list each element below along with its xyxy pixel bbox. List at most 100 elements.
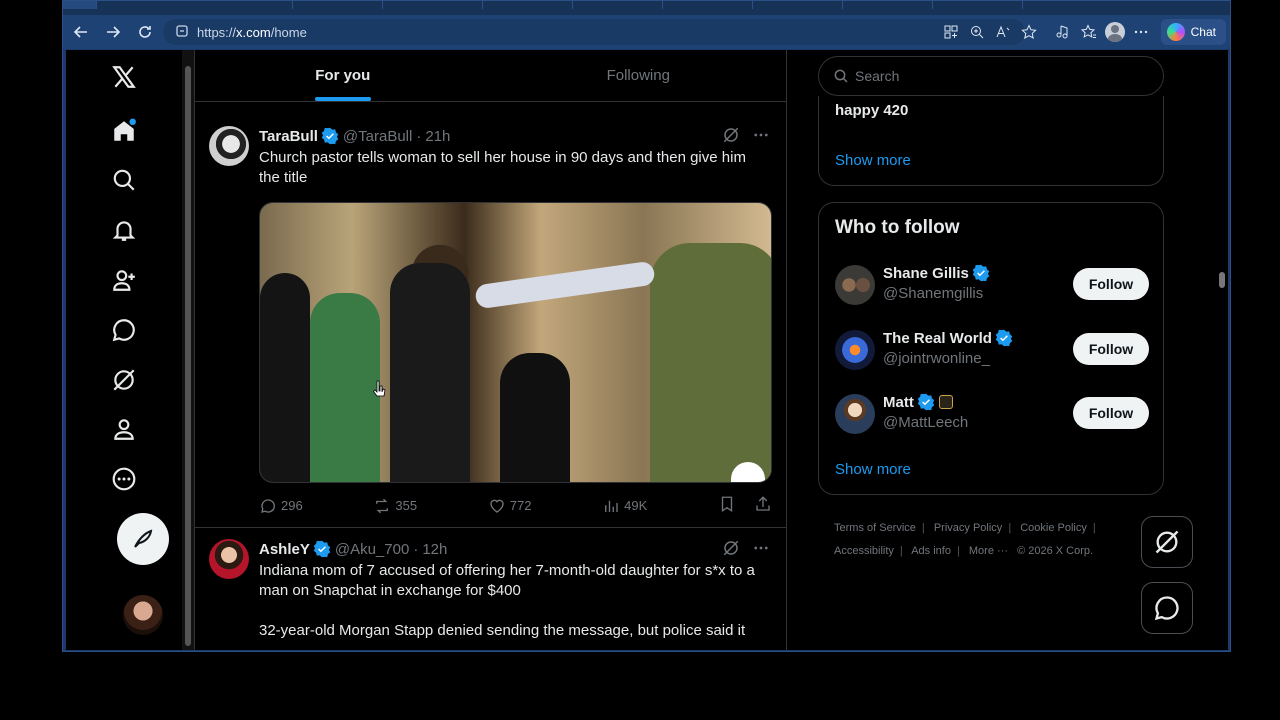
extension-icon[interactable]	[1053, 22, 1073, 42]
browser-tab[interactable]	[573, 1, 663, 9]
user-name[interactable]: The Real World	[883, 330, 992, 347]
profile-avatar-icon[interactable]	[1104, 22, 1125, 42]
browser-tab[interactable]	[293, 1, 383, 9]
user-avatar[interactable]	[835, 330, 875, 370]
user-name[interactable]: Shane Gillis	[883, 265, 969, 282]
more-icon[interactable]	[752, 539, 770, 562]
tab-following[interactable]: Following	[491, 50, 787, 101]
browser-tab[interactable]	[663, 1, 753, 9]
browser-tab[interactable]	[103, 1, 293, 9]
author-avatar[interactable]	[209, 539, 249, 579]
footer-link-ads[interactable]: Ads info	[911, 545, 951, 557]
notifications-bell-icon[interactable]	[106, 212, 142, 248]
author-name[interactable]: AshleY	[259, 541, 310, 558]
user-avatar[interactable]	[835, 394, 875, 434]
account-avatar[interactable]	[123, 595, 163, 635]
suggested-user[interactable]: Matt @MattLeech Follow	[835, 393, 1149, 437]
share-icon[interactable]	[754, 495, 772, 516]
follow-button[interactable]: Follow	[1073, 268, 1149, 300]
tab-for-you[interactable]: For you	[195, 50, 491, 101]
trend-title[interactable]: happy 420	[835, 102, 908, 119]
apps-icon[interactable]	[941, 22, 961, 42]
video-figure	[260, 273, 310, 482]
separator-dot: ·	[416, 127, 422, 145]
footer-links: Terms of Service | Privacy Policy | Cookie…	[834, 522, 1096, 557]
refresh-button[interactable]	[129, 17, 161, 47]
more-circle-icon[interactable]	[106, 461, 142, 497]
grok-icon[interactable]	[722, 539, 740, 562]
read-aloud-icon[interactable]	[993, 22, 1013, 42]
messages-icon[interactable]	[106, 312, 142, 348]
page-viewport: For you Following TaraBull @TaraBull · 2…	[66, 50, 1228, 650]
more-icon[interactable]	[752, 126, 770, 149]
video-figure	[390, 263, 470, 482]
url-domain: x.com	[236, 24, 271, 40]
like-button[interactable]: 772	[488, 495, 532, 516]
zoom-icon[interactable]	[967, 22, 987, 42]
scroll-thumb[interactable]	[185, 66, 191, 646]
x-logo-icon[interactable]	[106, 59, 142, 95]
browser-tab[interactable]	[843, 1, 933, 9]
user-handle: @MattLeech	[883, 414, 969, 431]
browser-tab[interactable]	[383, 1, 483, 9]
follow-button[interactable]: Follow	[1073, 333, 1149, 365]
favorite-star-icon[interactable]	[1019, 22, 1039, 42]
follow-people-icon[interactable]	[106, 262, 142, 298]
profile-icon[interactable]	[106, 411, 142, 447]
user-avatar[interactable]	[835, 265, 875, 305]
left-scrollbar[interactable]	[182, 50, 194, 650]
bookmark-icon[interactable]	[718, 495, 736, 516]
wtf-show-more-link[interactable]: Show more	[835, 461, 911, 478]
messages-floating-button[interactable]	[1141, 582, 1193, 634]
grok-floating-button[interactable]	[1141, 516, 1193, 568]
suggested-user[interactable]: Shane Gillis @Shanemgillis Follow	[835, 264, 1149, 308]
home-icon[interactable]	[106, 113, 142, 149]
favorites-icon[interactable]	[1079, 22, 1099, 42]
suggested-user[interactable]: The Real World @jointrwonline_ Follow	[835, 329, 1149, 373]
right-scrollbar[interactable]	[1216, 50, 1228, 650]
explore-search-icon[interactable]	[106, 162, 142, 198]
scroll-thumb[interactable]	[1219, 272, 1225, 288]
footer-link-more[interactable]: More ···	[969, 545, 1008, 557]
user-name[interactable]: Matt	[883, 394, 914, 411]
repost-button[interactable]: 355	[373, 495, 417, 516]
repost-icon	[376, 498, 389, 513]
trend-card: happy 420 Show more	[818, 96, 1164, 186]
browser-tab[interactable]	[933, 1, 1023, 9]
address-bar: https://x.com/home Chat	[63, 15, 1230, 49]
views-button[interactable]: 49K	[602, 495, 647, 516]
footer-link-terms[interactable]: Terms of Service	[834, 522, 916, 534]
author-handle[interactable]: @TaraBull	[343, 128, 412, 145]
search-input[interactable]: Search	[818, 56, 1164, 96]
browser-tab[interactable]	[63, 1, 97, 9]
trend-show-more-link[interactable]: Show more	[835, 152, 911, 169]
grok-icon[interactable]	[722, 126, 740, 149]
like-count: 772	[509, 498, 532, 513]
footer-link-privacy[interactable]: Privacy Policy	[934, 522, 1002, 534]
back-button[interactable]	[65, 17, 97, 47]
tweet[interactable]: AshleY @Aku_700 · 12h Indiana mom of 7 a…	[195, 527, 786, 650]
user-name-row: The Real World	[883, 329, 1017, 347]
more-options-icon[interactable]	[1131, 22, 1151, 42]
browser-tab[interactable]	[753, 1, 843, 9]
site-info-icon[interactable]	[175, 24, 189, 41]
reply-button[interactable]: 296	[259, 495, 303, 516]
url-field[interactable]: https://x.com/home	[163, 19, 1025, 45]
copilot-chat-button[interactable]: Chat	[1160, 19, 1226, 45]
verified-badge-icon	[313, 540, 331, 558]
grok-icon[interactable]	[106, 362, 142, 398]
author-handle[interactable]: @Aku_700	[335, 541, 409, 558]
forward-button[interactable]	[97, 17, 129, 47]
tweet-video[interactable]	[259, 202, 772, 483]
copilot-label: Chat	[1190, 25, 1216, 39]
footer-link-accessibility[interactable]: Accessibility	[834, 545, 894, 557]
author-avatar[interactable]	[209, 126, 249, 166]
tweet-time[interactable]: 21h	[425, 128, 450, 145]
author-name[interactable]: TaraBull	[259, 128, 318, 145]
tweet-time[interactable]: 12h	[422, 541, 447, 558]
follow-button[interactable]: Follow	[1073, 397, 1149, 429]
footer-link-cookie[interactable]: Cookie Policy	[1020, 522, 1087, 534]
tweet[interactable]: TaraBull @TaraBull · 21h Church pastor t…	[195, 114, 786, 528]
compose-post-button[interactable]	[117, 513, 169, 565]
browser-tab[interactable]	[483, 1, 573, 9]
